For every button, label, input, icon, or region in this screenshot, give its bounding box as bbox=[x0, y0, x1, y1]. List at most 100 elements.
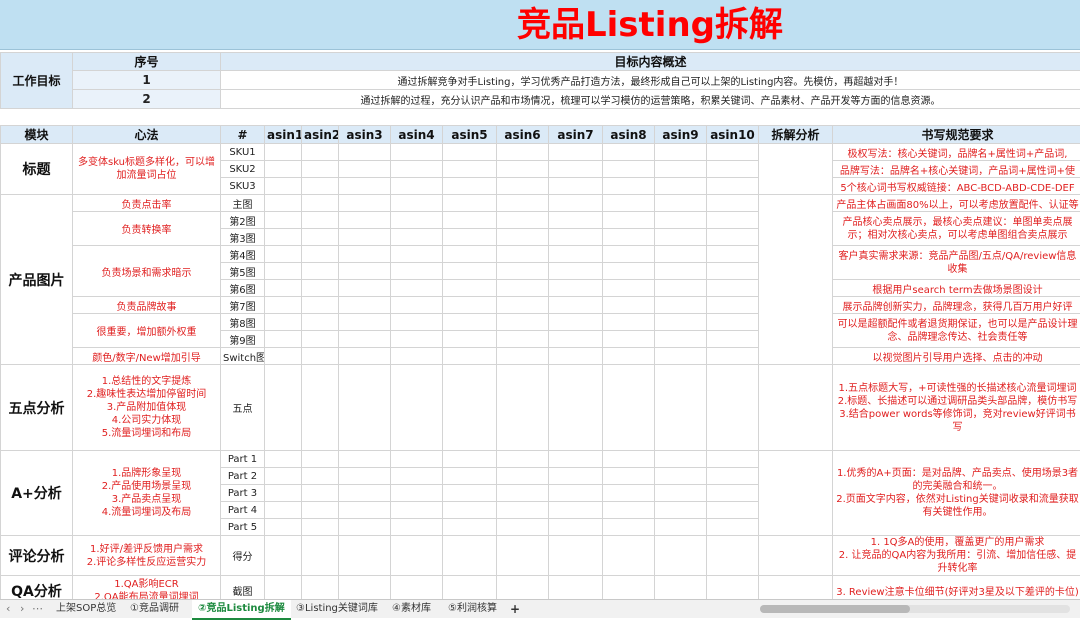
header-method[interactable]: 心法 bbox=[73, 126, 221, 144]
spec-bullets-1: 1.五点标题大写，+可读性强的长描述核心流量词埋词 bbox=[835, 382, 1080, 395]
item-score[interactable]: 得分 bbox=[221, 536, 265, 576]
goals-label: 工作目标 bbox=[1, 53, 73, 109]
method-title[interactable]: 多变体sku标题多样化，可以增加流量词占位 bbox=[73, 144, 221, 195]
goals-index-header[interactable]: 序号 bbox=[73, 53, 221, 71]
goal-text-1[interactable]: 通过拆解竞争对手Listing，学习优秀产品打造方法，最终形成自己可以上架的Li… bbox=[221, 71, 1080, 90]
goal-text-2[interactable]: 通过拆解的过程，充分认识产品和市场情况，梳理可以学习模仿的运营策略，积累关键词、… bbox=[221, 90, 1080, 109]
method-images-3[interactable]: 负责场景和需求暗示 bbox=[73, 246, 221, 297]
method-aplus[interactable]: 1.品牌形象呈现 2.产品使用场景呈现 3.产品卖点呈现 4.流量词埋词及布局 bbox=[73, 451, 221, 536]
header-asin3[interactable]: asin3 bbox=[339, 126, 391, 144]
item-sku3[interactable]: SKU3 bbox=[221, 178, 265, 195]
spec-images-5[interactable]: 展示品牌创新实力，品牌理念，获得几百万用户好评 bbox=[833, 297, 1080, 314]
spec-aplus-2: 2.页面文字内容，依然对Listing关键词收录和流量获取有关键性作用。 bbox=[835, 493, 1080, 519]
item-image-3[interactable]: 第3图 bbox=[221, 229, 265, 246]
item-image-5[interactable]: 第5图 bbox=[221, 263, 265, 280]
item-sku1[interactable]: SKU1 bbox=[221, 144, 265, 161]
method-bullets[interactable]: 1.总结性的文字提炼 2.趣味性表达增加停留时间 3.产品附加值体现 4.公司实… bbox=[73, 365, 221, 451]
header-spec[interactable]: 书写规范要求 bbox=[833, 126, 1080, 144]
spec-reviews[interactable]: 1. 1Q多A的使用，覆盖更广的用户需求 2. 让竞品的QA内容为我所用：引流、… bbox=[833, 536, 1080, 576]
item-switch-image[interactable]: Switch图 bbox=[221, 348, 265, 365]
spec-aplus[interactable]: 1.优秀的A+页面：是对品牌、产品卖点、使用场景3者的完美融合和统一。 2.页面… bbox=[833, 451, 1080, 536]
tab-keyword-library[interactable]: ③Listing关键词库 bbox=[290, 600, 384, 618]
spec-title-2[interactable]: 品牌写法：品牌名+核心关键词，产品词+属性词+使 bbox=[833, 161, 1080, 178]
item-image-7[interactable]: 第7图 bbox=[221, 297, 265, 314]
item-image-9[interactable]: 第9图 bbox=[221, 331, 265, 348]
method-bullets-4: 4.公司实力体现 bbox=[75, 414, 218, 427]
spec-images-6[interactable]: 可以是超额配件或者退货期保证，也可以是产品设计理念、品牌理念传达、社会责任等 bbox=[833, 314, 1080, 348]
item-part-2[interactable]: Part 2 bbox=[221, 468, 265, 485]
spec-images-2[interactable]: 产品核心卖点展示，最核心卖点建议：单图单卖点展示；相对次核心卖点，可以考虑单图组… bbox=[833, 212, 1080, 246]
header-asin7[interactable]: asin7 bbox=[549, 126, 603, 144]
header-asin8[interactable]: asin8 bbox=[603, 126, 655, 144]
item-image-8[interactable]: 第8图 bbox=[221, 314, 265, 331]
header-asin1[interactable]: asin1 bbox=[265, 126, 302, 144]
item-image-6[interactable]: 第6图 bbox=[221, 280, 265, 297]
spec-reviews-1: 1. 1Q多A的使用，覆盖更广的用户需求 bbox=[835, 536, 1080, 549]
spec-reviews-2: 2. 让竞品的QA内容为我所用：引流、增加信任感、提升转化率 bbox=[835, 549, 1080, 575]
spec-bullets-2: 2.标题、长描述可以通过调研品类头部品牌，模仿书写 bbox=[835, 395, 1080, 408]
spec-images-1[interactable]: 产品主体占画面80%以上，可以考虑放置配件、认证等 bbox=[833, 195, 1080, 212]
header-asin10[interactable]: asin10 bbox=[707, 126, 759, 144]
add-sheet-button[interactable]: + bbox=[504, 600, 526, 618]
tab-sop-overview[interactable]: 上架SOP总览 bbox=[50, 600, 122, 618]
item-image-2[interactable]: 第2图 bbox=[221, 212, 265, 229]
header-asin5[interactable]: asin5 bbox=[443, 126, 497, 144]
chevron-right-icon[interactable]: › bbox=[20, 600, 24, 618]
spec-bullets-3: 3.结合power words等修饰词，竞对review好评词书写 bbox=[835, 408, 1080, 434]
tab-profit-calc[interactable]: ⑤利润核算 bbox=[442, 600, 503, 618]
spec-images-3[interactable]: 客户真实需求来源：竞品产品图/五点/QA/review信息收集 bbox=[833, 246, 1080, 280]
header-hash[interactable]: # bbox=[221, 126, 265, 144]
spec-aplus-1: 1.优秀的A+页面：是对品牌、产品卖点、使用场景3者的完美融合和统一。 bbox=[835, 467, 1080, 493]
method-bullets-1: 1.总结性的文字提炼 bbox=[75, 375, 218, 388]
more-tabs-icon[interactable]: ⋯ bbox=[32, 600, 43, 618]
item-part-3[interactable]: Part 3 bbox=[221, 485, 265, 502]
method-reviews[interactable]: 1.好评/差评反馈用户需求 2.评论多样性反应运营实力 bbox=[73, 536, 221, 576]
method-bullets-3: 3.产品附加值体现 bbox=[75, 401, 218, 414]
method-bullets-2: 2.趣味性表达增加停留时间 bbox=[75, 388, 218, 401]
header-asin4[interactable]: asin4 bbox=[391, 126, 443, 144]
method-images-4[interactable]: 负责品牌故事 bbox=[73, 297, 221, 314]
tab-asset-library[interactable]: ④素材库 bbox=[386, 600, 437, 618]
module-reviews[interactable]: 评论分析 bbox=[1, 536, 73, 576]
item-part-4[interactable]: Part 4 bbox=[221, 502, 265, 519]
module-aplus[interactable]: A+分析 bbox=[1, 451, 73, 536]
spec-bullets[interactable]: 1.五点标题大写，+可读性强的长描述核心流量词埋词 2.标题、长描述可以通过调研… bbox=[833, 365, 1080, 451]
horizontal-scrollbar-thumb[interactable] bbox=[760, 605, 910, 613]
goals-summary-header[interactable]: 目标内容概述 bbox=[221, 53, 1080, 71]
method-images-5[interactable]: 很重要，增加额外权重 bbox=[73, 314, 221, 348]
header-asin2[interactable]: asin2 bbox=[302, 126, 339, 144]
method-images-6[interactable]: 颜色/数字/New增加引导 bbox=[73, 348, 221, 365]
item-main-image[interactable]: 主图 bbox=[221, 195, 265, 212]
method-reviews-2: 2.评论多样性反应运营实力 bbox=[75, 556, 218, 569]
tab-listing-breakdown[interactable]: ②竞品Listing拆解 bbox=[192, 600, 291, 620]
item-sku2[interactable]: SKU2 bbox=[221, 161, 265, 178]
method-aplus-2: 2.产品使用场景呈现 bbox=[75, 480, 218, 493]
module-bullets[interactable]: 五点分析 bbox=[1, 365, 73, 451]
method-qa-1: 1.QA影响ECR bbox=[75, 578, 218, 591]
sheet-tabs-bar: ‹ › ⋯ 上架SOP总览 ①竞品调研 ②竞品Listing拆解 ③Listin… bbox=[0, 599, 1080, 618]
spec-images-7[interactable]: 以视觉图片引导用户选择、点击的冲动 bbox=[833, 348, 1080, 365]
header-asin6[interactable]: asin6 bbox=[497, 126, 549, 144]
method-reviews-1: 1.好评/差评反馈用户需求 bbox=[75, 543, 218, 556]
method-images-2[interactable]: 负责转换率 bbox=[73, 212, 221, 246]
spec-title-1[interactable]: 极权写法：核心关键词，品牌名+属性词+产品词, bbox=[833, 144, 1080, 161]
item-image-4[interactable]: 第4图 bbox=[221, 246, 265, 263]
header-module[interactable]: 模块 bbox=[1, 126, 73, 144]
listing-table: 模块 心法 # asin1 asin2 asin3 asin4 asin5 as… bbox=[0, 125, 1080, 606]
spec-images-4[interactable]: 根据用户search term去做场景图设计 bbox=[833, 280, 1080, 297]
tab-competitor-research[interactable]: ①竞品调研 bbox=[124, 600, 185, 618]
header-asin9[interactable]: asin9 bbox=[655, 126, 707, 144]
goal-index-1[interactable]: 1 bbox=[73, 71, 221, 90]
sheet-title: 竞品Listing拆解 bbox=[440, 2, 860, 48]
goal-index-2[interactable]: 2 bbox=[73, 90, 221, 109]
spec-title-3[interactable]: 5个核心词书写权威链接：ABC-BCD-ABD-CDE-DEF bbox=[833, 178, 1080, 195]
item-bullets[interactable]: 五点 bbox=[221, 365, 265, 451]
item-part-1[interactable]: Part 1 bbox=[221, 451, 265, 468]
item-part-5[interactable]: Part 5 bbox=[221, 519, 265, 536]
module-title[interactable]: 标题 bbox=[1, 144, 73, 195]
method-aplus-1: 1.品牌形象呈现 bbox=[75, 467, 218, 480]
chevron-left-icon[interactable]: ‹ bbox=[6, 600, 10, 618]
header-analysis[interactable]: 拆解分析 bbox=[759, 126, 833, 144]
module-images[interactable]: 产品图片 bbox=[1, 195, 73, 365]
method-images-1[interactable]: 负责点击率 bbox=[73, 195, 221, 212]
